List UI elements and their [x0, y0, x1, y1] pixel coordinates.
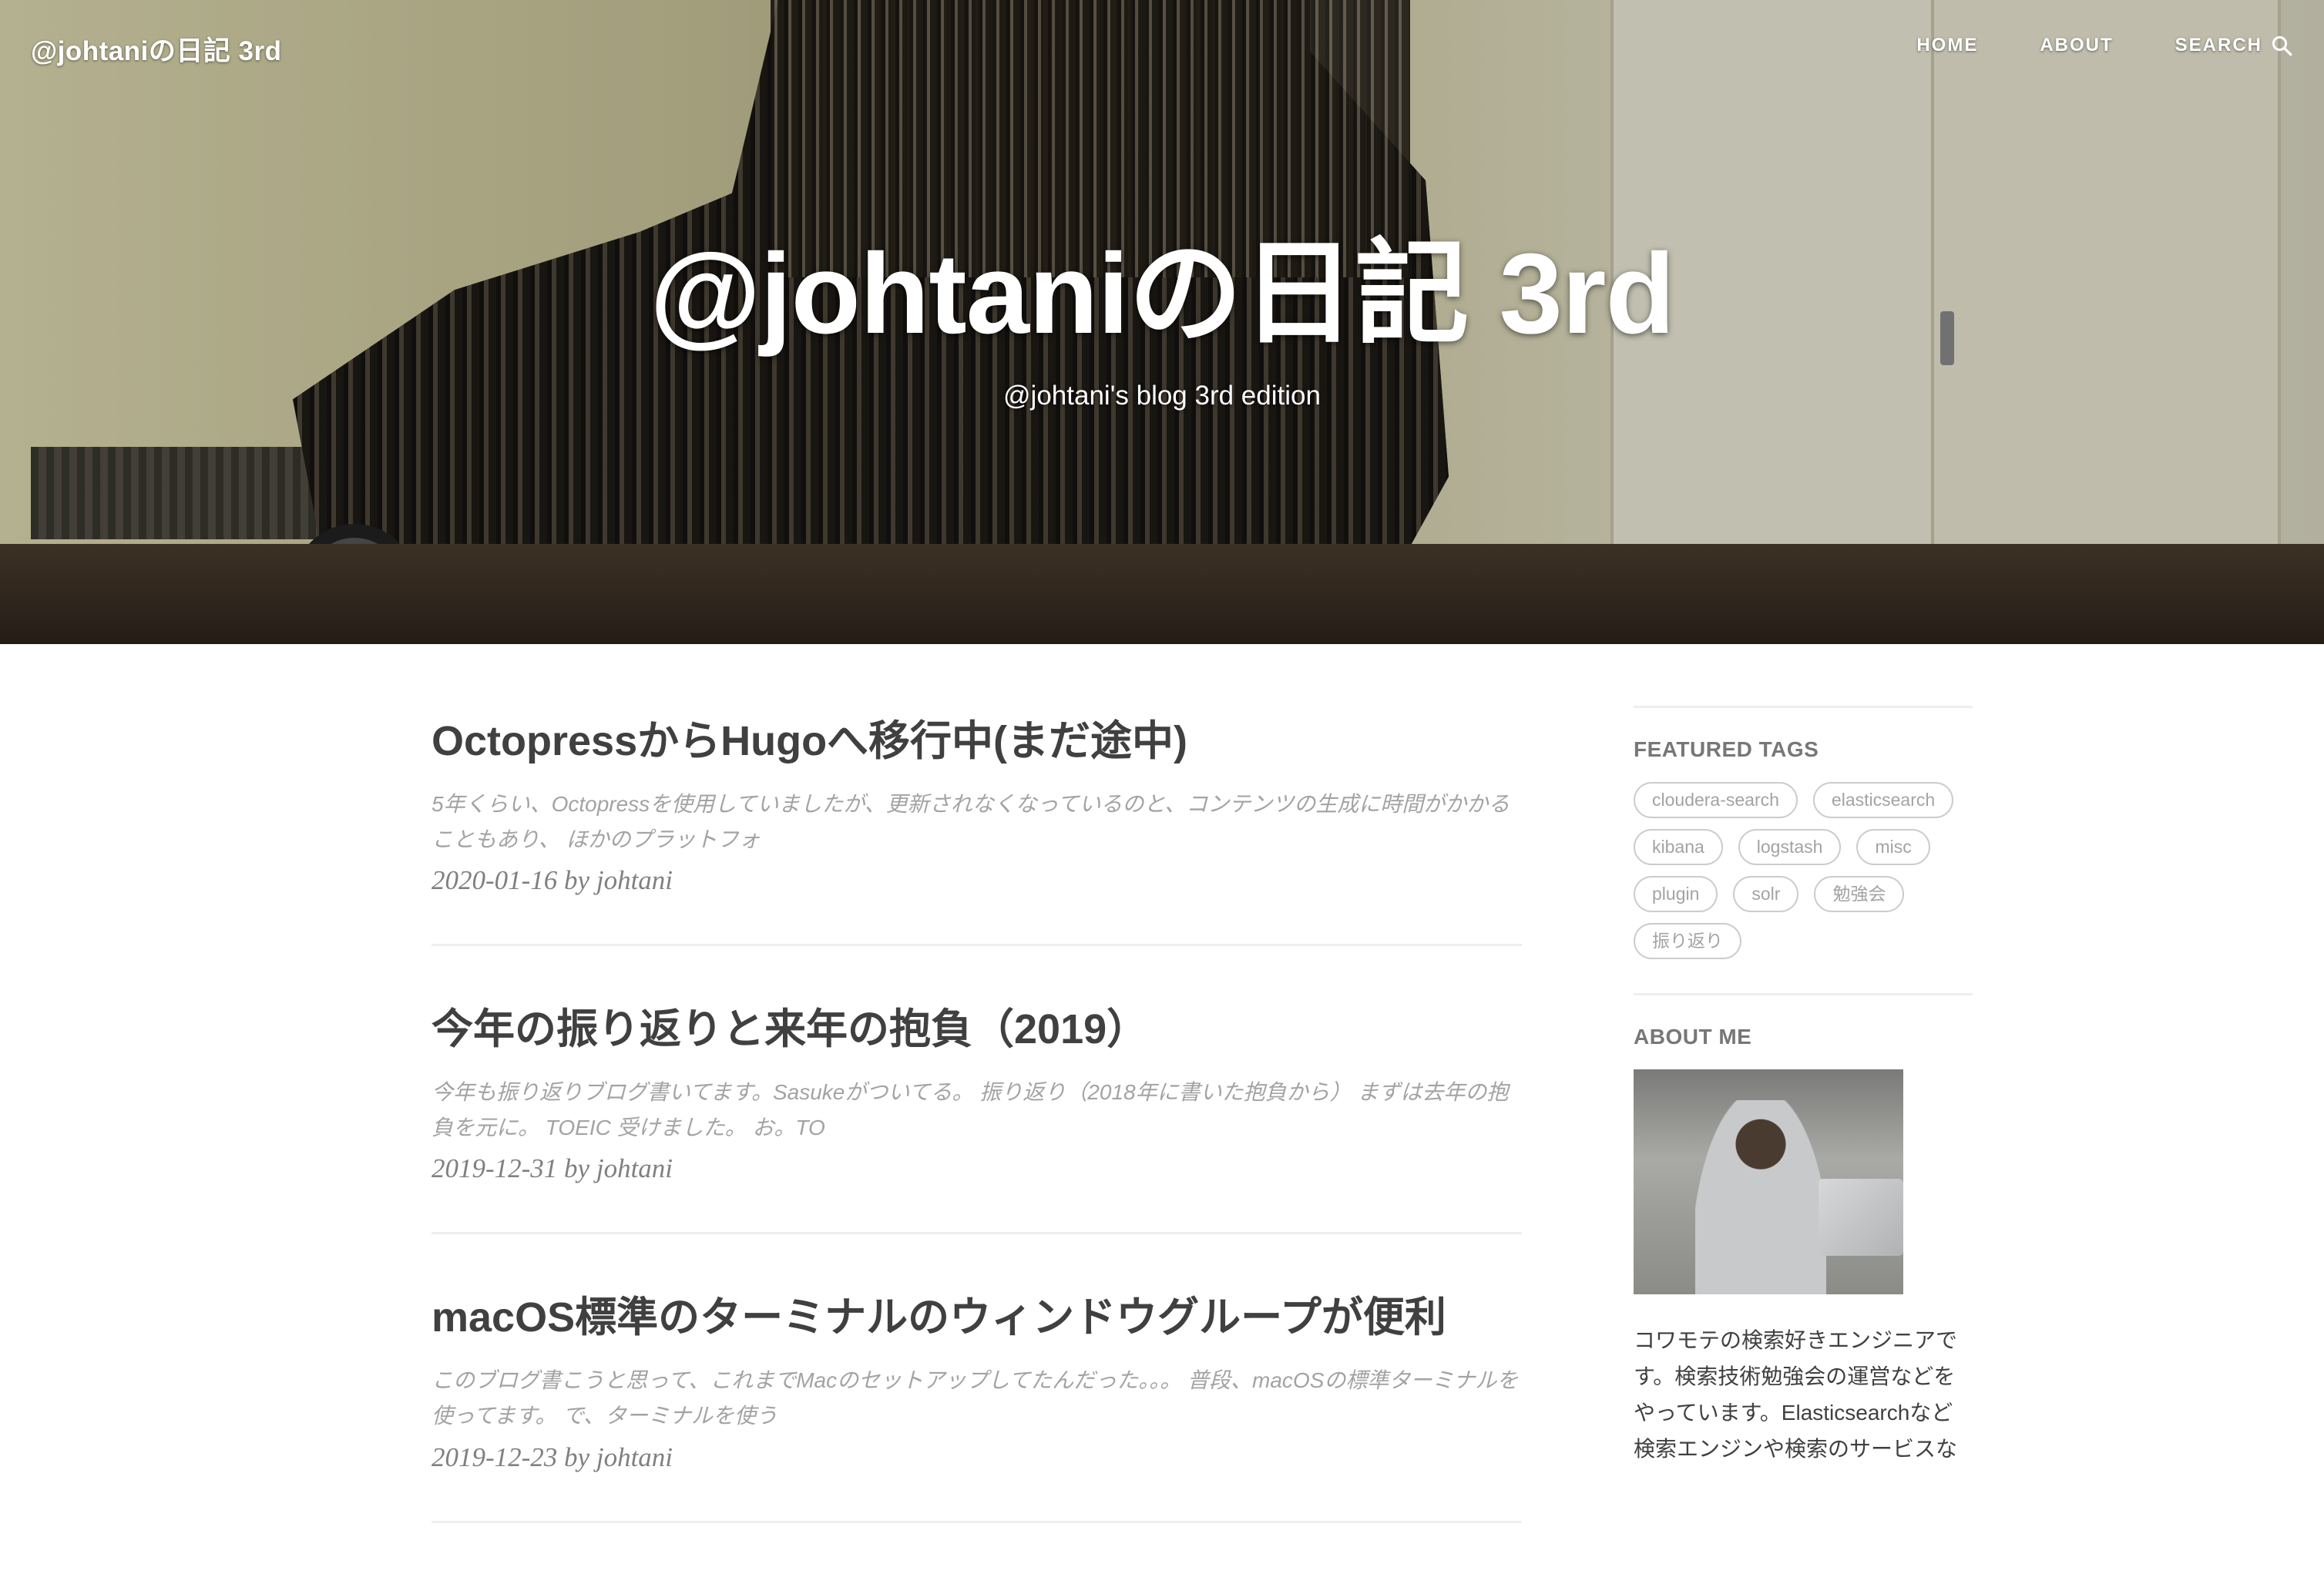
tag-misc[interactable]: misc [1856, 829, 1930, 865]
site-subtitle: @johtani's blog 3rd edition [1003, 381, 1321, 411]
avatar-laptop [1819, 1179, 1903, 1256]
nav-home-link[interactable]: HOME [1916, 35, 1978, 56]
tag-logstash[interactable]: logstash [1738, 829, 1842, 865]
post-preview: macOS標準のターミナルのウィンドウグループが便利 このブログ書こうと思って、… [432, 1285, 1522, 1523]
nav-search-button[interactable]: SEARCH [2175, 34, 2293, 57]
post-meta: 2020-01-16 by johtani [432, 865, 673, 896]
post-list: OctopressからHugoへ移行中(まだ途中) 5年くらい、Octopres… [432, 709, 1522, 1574]
featured-tags-heading: FEATURED TAGS [1634, 737, 1819, 761]
post-preview: OctopressからHugoへ移行中(まだ途中) 5年くらい、Octopres… [432, 709, 1522, 947]
site-title: @johtaniの日記 3rd [650, 230, 1675, 357]
about-me-text: コワモテの検索好きエンジニアです。検索技術勉強会の運営などをやっています。Ela… [1634, 1328, 1958, 1462]
featured-tags: cloudera-search elasticsearch kibana log… [1634, 782, 1973, 959]
post-excerpt: 今年も振り返りブログ書いてます。Sasukeがついてる。 振り返り（2018年に… [432, 1079, 1509, 1140]
tag-retrospective[interactable]: 振り返り [1634, 923, 1741, 959]
site-brand-link[interactable]: @johtaniの日記 3rd [31, 29, 282, 69]
post-title-link[interactable]: 今年の振り返りと来年の抱負（2019） [432, 1005, 1522, 1055]
post-excerpt: このブログ書こうと思って、これまでMacのセットアップしてたんだった。。。 普段… [432, 1368, 1519, 1428]
top-nav: HOME ABOUT SEARCH [1916, 34, 2293, 57]
post-title-link[interactable]: OctopressからHugoへ移行中(まだ途中) [432, 717, 1522, 767]
search-icon [2272, 35, 2292, 56]
tag-kibana[interactable]: kibana [1634, 829, 1723, 865]
post-excerpt: 5年くらい、Octopressを使用していましたが、更新されなくなっているのと、… [432, 791, 1510, 851]
avatar [1634, 1069, 1903, 1294]
tag-cloudera-search[interactable]: cloudera-search [1634, 782, 1798, 818]
about-me-heading: ABOUT ME [1634, 1025, 1752, 1049]
tag-solr[interactable]: solr [1733, 876, 1799, 912]
nav-about-link[interactable]: ABOUT [2040, 35, 2113, 56]
site-heading: @johtaniの日記 3rd @johtani's blog 3rd edit… [0, 237, 2324, 411]
nav-search-label: SEARCH [2175, 35, 2262, 55]
sidebar: FEATURED TAGS cloudera-search elasticsea… [1634, 706, 1973, 1467]
hero-banner: @johtaniの日記 3rd HOME ABOUT SEARCH @johta… [0, 0, 2324, 644]
tag-plugin[interactable]: plugin [1634, 876, 1718, 912]
post-title-link[interactable]: macOS標準のターミナルのウィンドウグループが便利 [432, 1293, 1522, 1343]
tag-study-group[interactable]: 勉強会 [1814, 876, 1905, 912]
avatar-person [1695, 1100, 1826, 1294]
divider [1634, 993, 1973, 995]
post-preview: 今年の振り返りと来年の抱負（2019） 今年も振り返りブログ書いてます。Sasu… [432, 997, 1522, 1235]
divider [1634, 706, 1973, 708]
post-meta: 2019-12-23 by johtani [432, 1441, 673, 1472]
tag-elasticsearch[interactable]: elasticsearch [1812, 782, 1954, 818]
post-meta: 2019-12-31 by johtani [432, 1153, 673, 1184]
